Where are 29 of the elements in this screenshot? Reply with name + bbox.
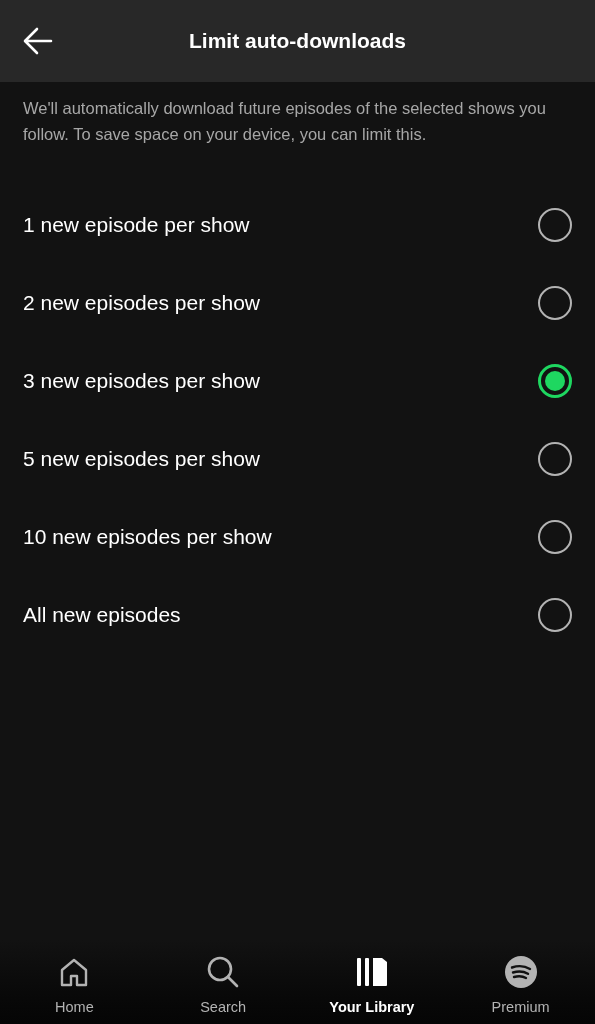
option-row[interactable]: 3 new episodes per show [0,342,595,420]
back-arrow-icon [23,27,53,55]
option-label: All new episodes [23,602,181,629]
option-label: 2 new episodes per show [23,290,260,317]
radio-button[interactable] [538,442,572,476]
spotify-icon [503,955,538,989]
option-label: 3 new episodes per show [23,368,260,395]
option-row[interactable]: All new episodes [0,576,595,654]
radio-button[interactable] [538,286,572,320]
option-row[interactable]: 5 new episodes per show [0,420,595,498]
back-button[interactable] [22,25,54,57]
page-title: Limit auto-downloads [189,28,406,55]
radio-button[interactable] [538,520,572,554]
radio-button[interactable] [538,208,572,242]
option-label: 5 new episodes per show [23,446,260,473]
radio-button[interactable] [538,364,572,398]
option-label: 1 new episode per show [23,212,250,239]
nav-tab[interactable]: Home [0,955,149,1019]
option-row[interactable]: 10 new episodes per show [0,498,595,576]
option-row[interactable]: 2 new episodes per show [0,264,595,342]
nav-tab[interactable]: Your Library [297,955,447,1019]
option-label: 10 new episodes per show [23,524,272,551]
description-text: We'll automatically download future episodes of the selected shows you follow. To save space on your device, you can limit this. [22,98,547,145]
option-row[interactable]: 1 new episode per show [0,186,595,264]
library-icon [355,956,388,988]
search-icon [206,955,241,989]
nav-tab[interactable]: Search [148,955,298,1019]
radio-button[interactable] [538,598,572,632]
nav-tab[interactable]: Premium [446,955,595,1019]
